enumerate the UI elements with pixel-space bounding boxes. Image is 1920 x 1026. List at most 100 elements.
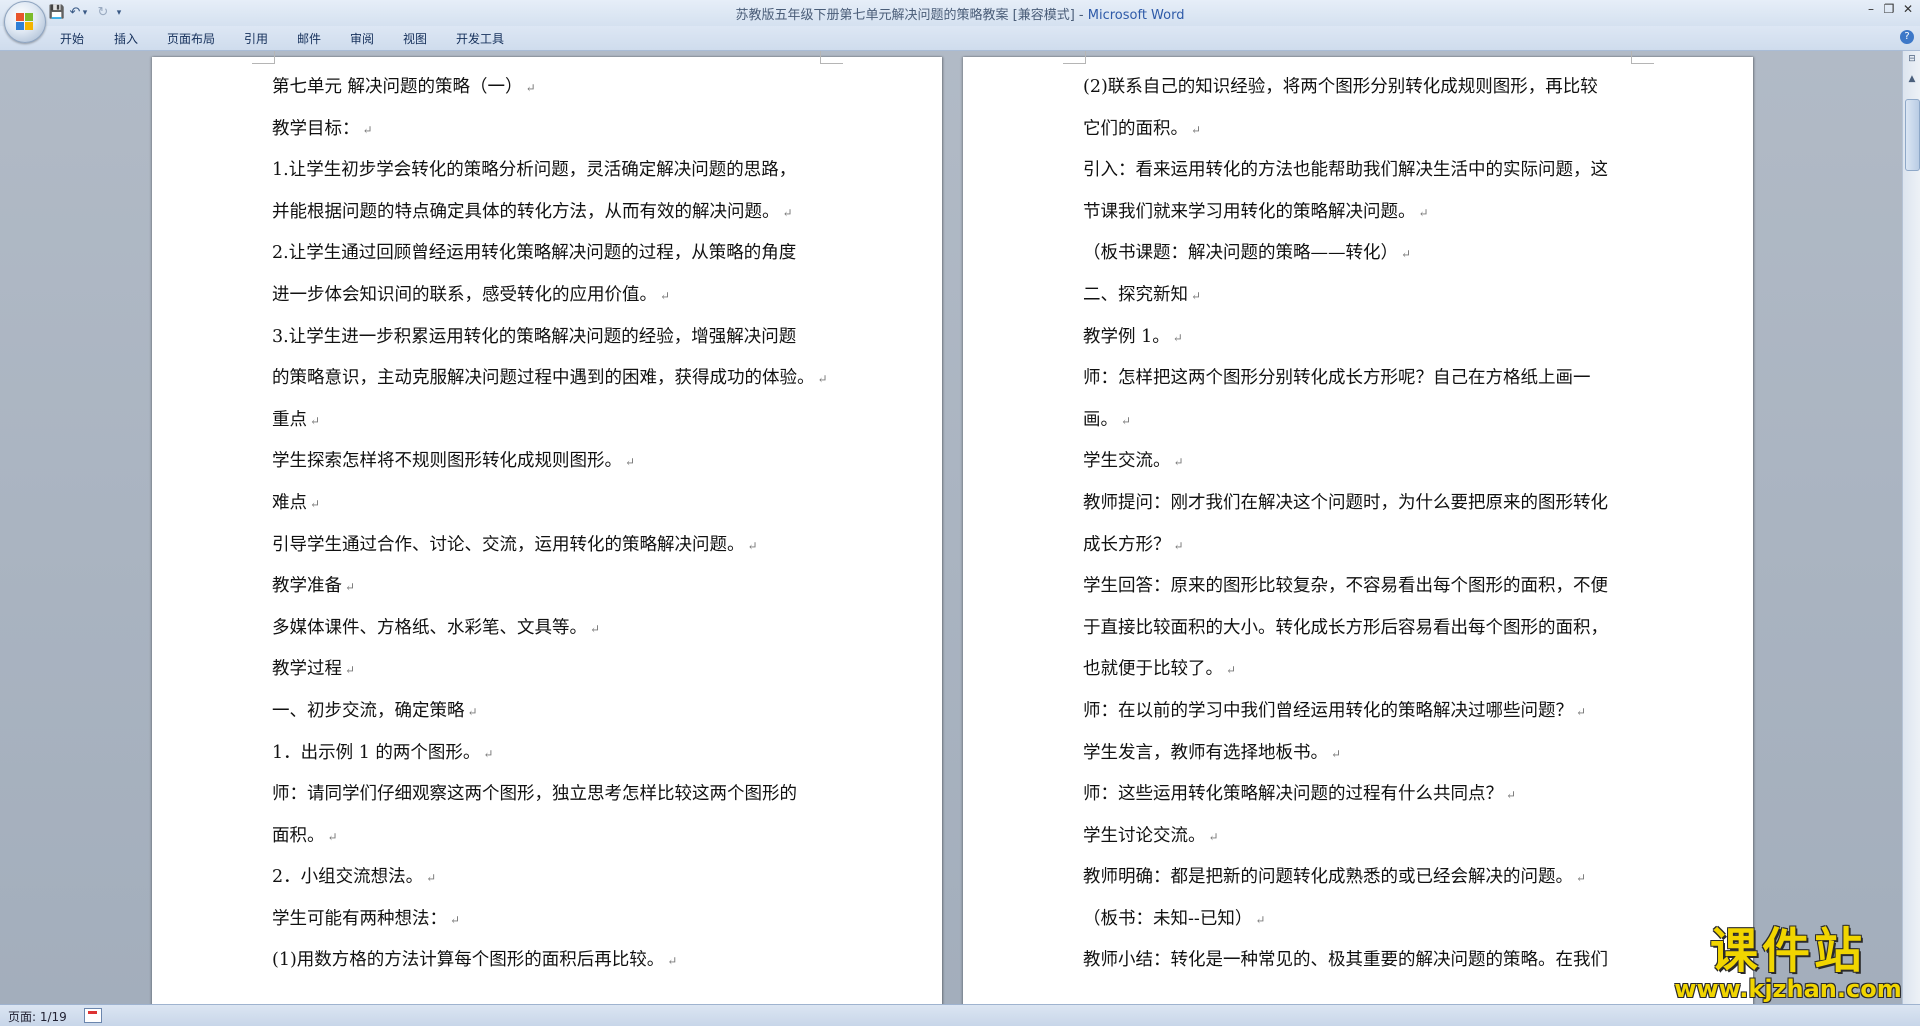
paragraph-line: 并能根据问题的特点确定具体的转化方法，从而有效的解决问题。 ↵	[272, 192, 832, 234]
paragraph-line: 教学准备 ↵	[272, 566, 832, 608]
paragraph-mark-icon: ↵	[625, 455, 636, 470]
paragraph-line: 一、初步交流，确定策略 ↵	[272, 691, 832, 733]
tab-developer[interactable]: 开发工具	[456, 30, 504, 47]
tab-references[interactable]: 引用	[244, 30, 268, 47]
line-text: 学生讨论交流。	[1083, 825, 1206, 846]
paragraph-line: （板书：未知--已知） ↵	[1083, 899, 1643, 941]
line-text: 面积。	[272, 825, 325, 846]
line-text: 它们的面积。	[1083, 118, 1188, 139]
office-button[interactable]	[4, 1, 46, 43]
page-number-status[interactable]: 页面: 1/19	[8, 1008, 67, 1025]
paragraph-mark-icon: ↵	[1191, 122, 1202, 137]
paragraph-line: 于直接比较面积的大小。转化成长方形后容易看出每个图形的面积，	[1083, 608, 1643, 650]
paragraph-line: 1.让学生初步学会转化的策略分析问题，灵活确定解决问题的思路，	[272, 150, 832, 192]
paragraph-mark-icon: ↵	[590, 621, 601, 636]
paragraph-mark-icon: ↵	[1173, 538, 1184, 553]
line-text: 2．小组交流想法。	[272, 867, 424, 888]
paragraph-line: （板书课题：解决问题的策略——转化） ↵	[1083, 233, 1643, 275]
line-text: （板书：未知--已知）	[1083, 908, 1253, 929]
line-text: 1.让学生初步学会转化的策略分析问题，灵活确定解决问题的思路，	[272, 160, 797, 181]
close-button[interactable]: ✕	[1897, 1, 1919, 17]
paragraph-mark-icon: ↵	[426, 871, 437, 886]
paragraph-line: 师：这些运用转化策略解决问题的过程有什么共同点？ ↵	[1083, 774, 1643, 816]
paragraph-mark-icon: ↵	[362, 122, 373, 137]
title-separator: -	[1074, 8, 1088, 23]
paragraph-mark-icon: ↵	[667, 954, 678, 969]
paragraph-line: (1)用数方格的方法计算每个图形的面积后再比较。 ↵	[272, 940, 832, 982]
line-text: 教学准备	[272, 576, 342, 597]
paragraph-line: 难点 ↵	[272, 483, 832, 525]
paragraph-line: 2．小组交流想法。 ↵	[272, 857, 832, 899]
document-page-2[interactable]: (2)联系自己的知识经验，将两个图形分别转化成规则图形，再比较 它们的面积。 ↵ 引入…	[963, 51, 1753, 1004]
line-text: 师：请同学们仔细观察这两个图形，独立思考怎样比较这两个图形的	[272, 784, 797, 805]
paragraph-line: 师：请同学们仔细观察这两个图形，独立思考怎样比较这两个图形的	[272, 774, 832, 816]
page-text-column: (2)联系自己的知识经验，将两个图形分别转化成规则图形，再比较 它们的面积。 ↵ 引入…	[1083, 67, 1643, 982]
line-text: 3.让学生进一步积累运用转化的策略解决问题的经验，增强解决问题	[272, 326, 797, 347]
line-text: 引入：看来运用转化的方法也能帮助我们解决生活中的实际问题，这	[1083, 160, 1608, 181]
tab-insert[interactable]: 插入	[114, 30, 138, 47]
paragraph-mark-icon: ↵	[345, 580, 356, 595]
paragraph-line: 教师明确：都是把新的问题转化成熟悉的或已经会解决的问题。 ↵	[1083, 857, 1643, 899]
paragraph-line: 教师小结：转化是一种常见的、极其重要的解决问题的策略。在我们	[1083, 940, 1643, 982]
line-text: 的策略意识，主动克服解决问题过程中遇到的困难，获得成功的体验。	[272, 368, 815, 389]
watermark-title: 课件站	[1709, 923, 1866, 979]
paragraph-line: 画。 ↵	[1083, 400, 1643, 442]
line-text: 进一步体会知识间的联系，感受转化的应用价值。	[272, 284, 657, 305]
line-text: 一、初步交流，确定策略	[272, 700, 465, 721]
scrollbar-thumb[interactable]	[1905, 99, 1920, 171]
tab-home[interactable]: 开始	[60, 30, 84, 47]
paragraph-line: 引入：看来运用转化的方法也能帮助我们解决生活中的实际问题，这	[1083, 150, 1643, 192]
line-text: 学生探索怎样将不规则图形转化成规则图形。	[272, 451, 622, 472]
line-text: 教师提问：刚才我们在解决这个问题时，为什么要把原来的图形转化	[1083, 492, 1608, 513]
scroll-up-icon[interactable]: ▲	[1904, 71, 1920, 87]
paragraph-line: 的策略意识，主动克服解决问题过程中遇到的困难，获得成功的体验。 ↵	[272, 358, 832, 400]
line-text: 教学过程	[272, 659, 342, 680]
paragraph-line: 节课我们就来学习用转化的策略解决问题。 ↵	[1083, 192, 1643, 234]
paragraph-mark-icon: ↵	[1191, 288, 1202, 303]
paragraph-line: 教师提问：刚才我们在解决这个问题时，为什么要把原来的图形转化	[1083, 483, 1643, 525]
line-text: 学生回答：原来的图形比较复杂，不容易看出每个图形的面积，不便	[1083, 576, 1608, 597]
watermark-logo: 课件站 www.kjzhan.com	[1672, 924, 1904, 1002]
line-text: 2.让学生通过回顾曾经运用转化策略解决问题的过程，从策略的角度	[272, 243, 797, 264]
help-icon[interactable]: ?	[1900, 30, 1914, 44]
paragraph-line: 学生探索怎样将不规则图形转化成规则图形。 ↵	[272, 441, 832, 483]
line-text: 第七单元 解决问题的策略（一）	[272, 77, 523, 97]
paragraph-mark-icon: ↵	[450, 912, 461, 927]
vertical-scrollbar[interactable]: ⊟ ▲	[1902, 51, 1920, 1004]
line-text: 1．出示例 1 的两个图形。	[272, 742, 481, 763]
paragraph-mark-icon: ↵	[327, 829, 338, 844]
line-text: (2)联系自己的知识经验，将两个图形分别转化成规则图形，再比较	[1083, 77, 1598, 97]
paragraph-line: 1．出示例 1 的两个图形。 ↵	[272, 733, 832, 775]
tab-page-layout[interactable]: 页面布局	[167, 30, 215, 47]
tab-mailings[interactable]: 邮件	[297, 30, 321, 47]
line-text: （板书课题：解决问题的策略——转化）	[1083, 243, 1398, 264]
ruler-toggle-icon[interactable]: ⊟	[1904, 51, 1920, 67]
tab-review[interactable]: 审阅	[350, 30, 374, 47]
crop-mark	[820, 51, 843, 64]
line-text: 画。	[1083, 409, 1118, 430]
tab-view[interactable]: 视图	[403, 30, 427, 47]
paragraph-line: 教学目标： ↵	[272, 109, 832, 151]
status-bar: 页面: 1/19	[0, 1004, 1920, 1026]
line-text: 学生发言，教师有选择地板书。	[1083, 742, 1328, 763]
paragraph-line: 教学例 1。 ↵	[1083, 317, 1643, 359]
document-page-1[interactable]: 第七单元 解决问题的策略（一） ↵ 教学目标： ↵ 1.让学生初步学会转化的策略分析问题…	[152, 51, 942, 1004]
paragraph-line: 多媒体课件、方格纸、水彩笔、文具等。 ↵	[272, 608, 832, 650]
office-logo-icon	[16, 13, 34, 31]
line-text: 教师明确：都是把新的问题转化成熟悉的或已经会解决的问题。	[1083, 867, 1573, 888]
line-text: 教师小结：转化是一种常见的、极其重要的解决问题的策略。在我们	[1083, 950, 1608, 971]
paragraph-line: 教学过程 ↵	[272, 649, 832, 691]
ribbon-tab-bar: 开始 插入 页面布局 引用 邮件 审阅 视图 开发工具 ?	[0, 26, 1920, 51]
line-text: 于直接比较面积的大小。转化成长方形后容易看出每个图形的面积，	[1083, 617, 1608, 638]
paragraph-mark-icon: ↵	[1226, 663, 1237, 678]
proofing-status-icon[interactable]	[84, 1008, 102, 1023]
window-title: 苏教版五年级下册第七单元解决问题的策略教案 [兼容模式] - Microsoft…	[0, 4, 1920, 23]
paragraph-mark-icon: ↵	[747, 538, 758, 553]
paragraph-mark-icon: ↵	[1576, 704, 1587, 719]
paragraph-line: 学生回答：原来的图形比较复杂，不容易看出每个图形的面积，不便	[1083, 566, 1643, 608]
paragraph-mark-icon: ↵	[467, 704, 478, 719]
paragraph-line: 3.让学生进一步积累运用转化的策略解决问题的经验，增强解决问题	[272, 317, 832, 359]
paragraph-mark-icon: ↵	[1506, 788, 1517, 803]
paragraph-line: 它们的面积。 ↵	[1083, 109, 1643, 151]
line-text: 也就便于比较了。	[1083, 659, 1223, 680]
